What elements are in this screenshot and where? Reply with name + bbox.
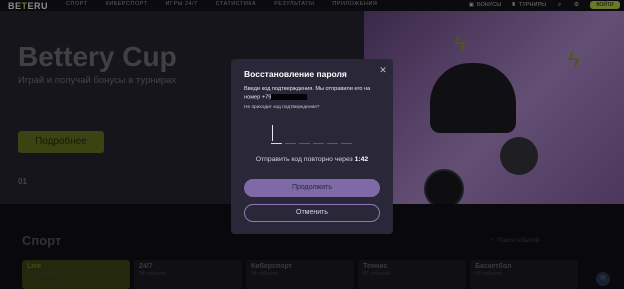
text-caret: [272, 125, 273, 141]
timer-label: Отправить код повторно через: [255, 156, 353, 163]
continue-button[interactable]: Продолжить: [244, 179, 380, 197]
code-not-received-link[interactable]: Не приходит код подтверждения?: [244, 105, 319, 110]
code-digit-field[interactable]: [341, 124, 352, 144]
page: BETERU СПОРТ КИБЕРСПОРТ ИГРЫ 24/7 СТАТИС…: [0, 0, 624, 289]
code-digit-field[interactable]: [313, 124, 324, 144]
code-digit-field[interactable]: [271, 124, 282, 144]
dialog-description: Введи код подтверждения. Мы отправили ег…: [244, 86, 382, 101]
code-input[interactable]: [271, 124, 352, 144]
code-digit-field[interactable]: [299, 124, 310, 144]
close-icon[interactable]: ✕: [378, 65, 388, 75]
resend-timer: Отправить код повторно через 1:42: [231, 156, 393, 163]
dialog-title: Восстановление пароля: [244, 69, 347, 79]
code-digit-field[interactable]: [285, 124, 296, 144]
masked-phone: [271, 93, 308, 100]
password-recovery-dialog: Восстановление пароля ✕ Введи код подтве…: [231, 59, 393, 234]
cancel-button[interactable]: Отменить: [244, 204, 380, 222]
code-digit-field[interactable]: [327, 124, 338, 144]
timer-value: 1:42: [354, 156, 369, 163]
